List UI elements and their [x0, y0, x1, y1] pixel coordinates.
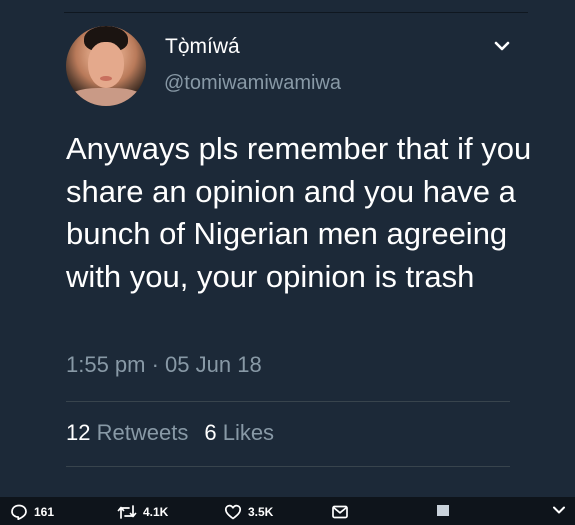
retweet-count: 4.1K: [143, 505, 169, 519]
reply-button[interactable]: 161: [10, 503, 54, 521]
reply-count: 161: [34, 505, 55, 519]
engagement-stats: 12 Retweets 6 Likes: [66, 420, 274, 446]
like-count: 3.5K: [248, 505, 274, 519]
likes-stat[interactable]: 6 Likes: [204, 420, 274, 445]
divider: [66, 466, 510, 467]
avatar-shoulder: [66, 88, 146, 106]
top-divider: [64, 12, 528, 13]
avatar-face: [88, 42, 124, 88]
avatar[interactable]: [66, 26, 146, 106]
author-handle[interactable]: @tomiwamiwamiwa: [164, 72, 341, 95]
reply-icon: [11, 504, 27, 521]
retweets-stat[interactable]: 12 Retweets: [66, 420, 188, 445]
avatar-lips: [100, 76, 112, 81]
heart-icon: [224, 504, 242, 520]
retweet-icon: [117, 505, 137, 519]
like-button[interactable]: 3.5K: [224, 503, 273, 521]
tweet-text: Anyways pls remember that if you share a…: [66, 131, 532, 294]
image-thumbnail-icon[interactable]: [437, 505, 449, 516]
retweet-button[interactable]: 4.1K: [117, 503, 168, 521]
tweet-timestamp[interactable]: 1:55 pm · 05 Jun 18: [66, 352, 262, 378]
chevron-down-icon[interactable]: [494, 40, 510, 52]
envelope-icon: [332, 505, 348, 519]
retweets-count: 12: [66, 420, 91, 445]
author-name[interactable]: Tọ̀míwá: [165, 35, 240, 59]
chevron-down-icon[interactable]: [552, 505, 566, 515]
likes-count: 6: [204, 420, 217, 445]
retweets-label: Retweets: [96, 420, 189, 445]
action-bar: 161 4.1K 3.5K: [0, 497, 575, 525]
divider: [66, 401, 510, 402]
direct-message-button[interactable]: [331, 503, 349, 521]
likes-label: Likes: [222, 420, 275, 445]
